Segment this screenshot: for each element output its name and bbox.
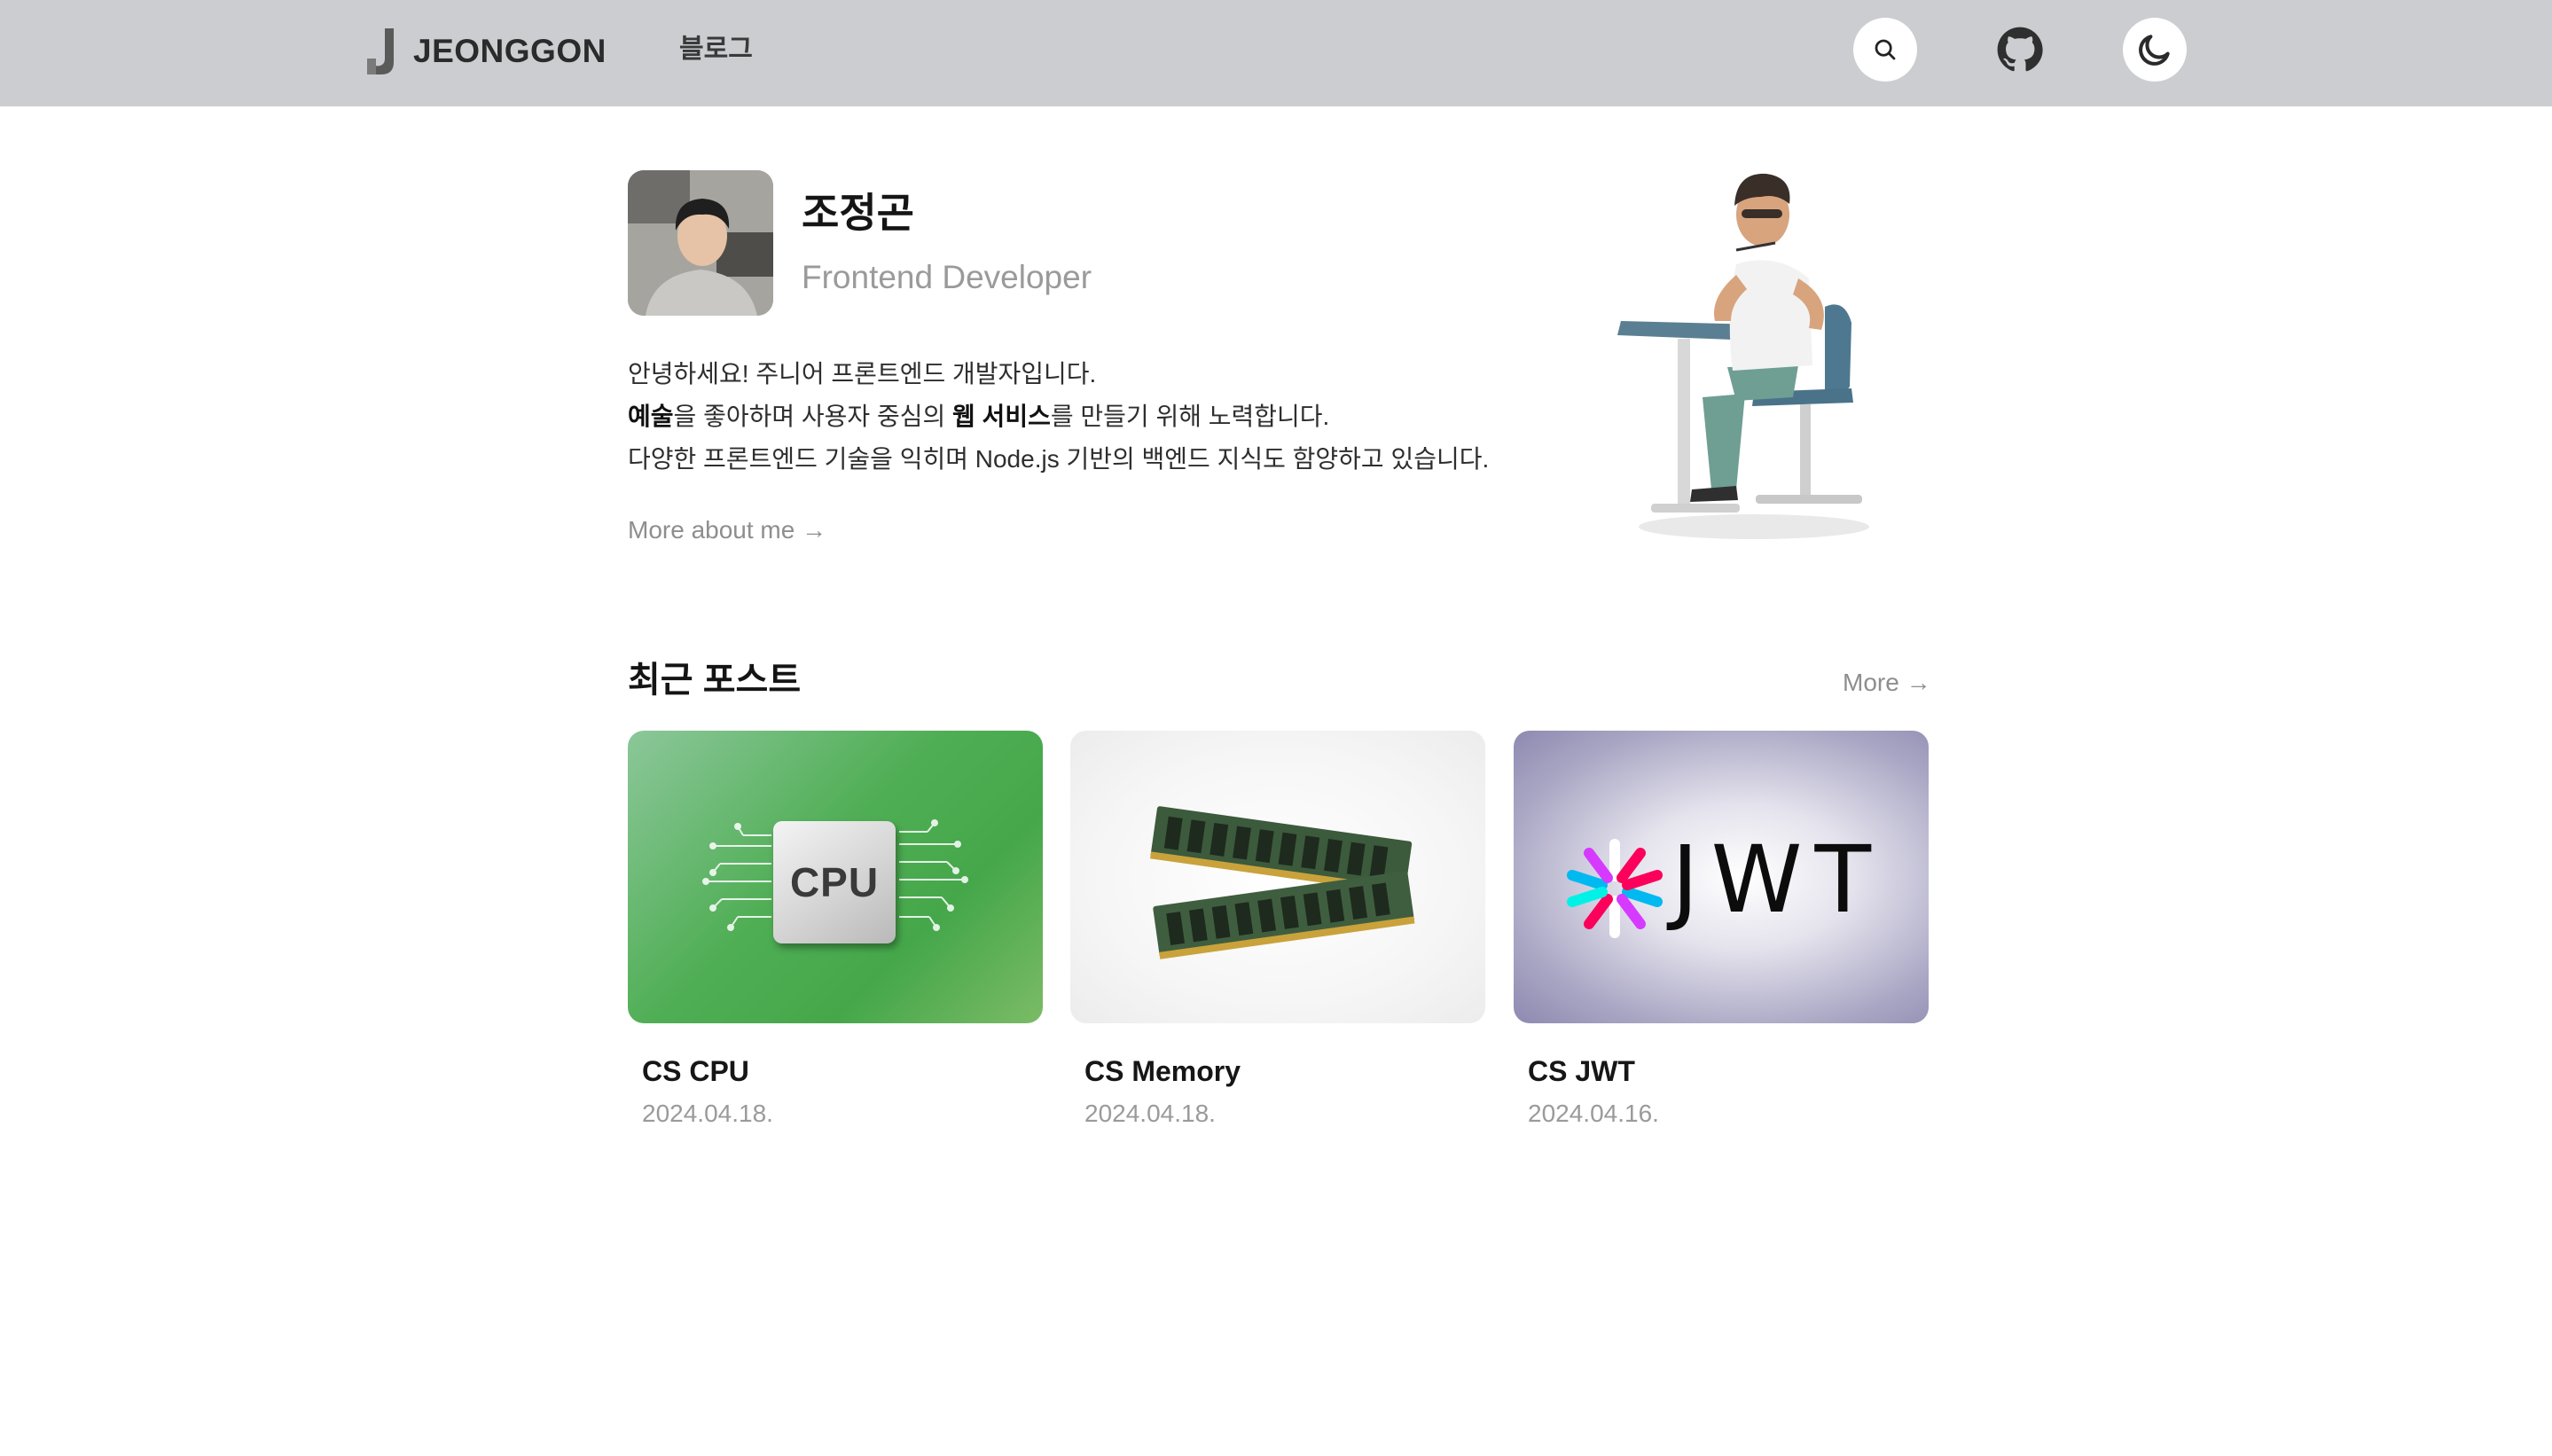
search-icon	[1875, 39, 1896, 60]
site-header: JEONGGON 블로그	[0, 0, 2552, 106]
profile-role: Frontend Developer	[802, 259, 1092, 295]
intro-line-2: 예술을 좋아하며 사용자 중심의 웹 서비스를 만들기 위해 노력합니다.	[628, 395, 1489, 438]
post-thumbnail-memory	[1070, 731, 1485, 1023]
jwt-logo-icon	[1567, 839, 1663, 938]
intro-line-2-text-b: 를 만들기 위해 노력합니다.	[1050, 403, 1330, 430]
intro-line-3: 다양한 프론트엔드 기술을 익히며 Node.js 기반의 백엔드 지식도 함양…	[628, 445, 1490, 473]
profile-name: 조정곤	[802, 190, 914, 236]
more-about-me-link[interactable]: More about me →	[628, 513, 826, 548]
post-title[interactable]: CS CPU	[642, 1053, 749, 1089]
post-title[interactable]: CS JWT	[1528, 1053, 1635, 1089]
github-icon	[1997, 27, 2043, 72]
post-card-jwt[interactable]: JWT CS JWT 2024.04.16.	[1514, 731, 1929, 1127]
logo-text: JEONGGON	[413, 33, 607, 69]
post-thumbnail-cpu: CPU	[628, 731, 1043, 1023]
profile-intro: 안녕하세요! 주니어 프론트엔드 개발자입니다. 예술을 좋아하며 사용자 중심…	[628, 353, 1489, 481]
logo-link[interactable]: JEONGGON	[365, 25, 607, 78]
post-date: 2024.04.18.	[1084, 1100, 1216, 1127]
recent-posts-title: 최근 포스트	[628, 661, 802, 700]
post-title[interactable]: CS Memory	[1084, 1053, 1241, 1089]
theme-toggle-button[interactable]	[2123, 18, 2187, 82]
nav-blog-link[interactable]: 블로그	[679, 32, 753, 67]
developer-illustration	[1617, 173, 1869, 539]
intro-emphasis-web: 웹 서비스	[952, 403, 1051, 430]
profile-avatar	[628, 170, 773, 316]
intro-line-1: 안녕하세요! 주니어 프론트엔드 개발자입니다.	[628, 360, 1097, 387]
github-button[interactable]	[1988, 18, 2052, 82]
post-card-memory[interactable]: CS Memory 2024.04.18.	[1070, 731, 1485, 1127]
cpu-chip-graphic: CPU	[773, 821, 896, 943]
post-thumbnail-jwt: JWT	[1514, 731, 1929, 1023]
intro-emphasis-art: 예술	[628, 403, 674, 430]
cpu-chip-label: CPU	[789, 859, 880, 905]
search-button[interactable]	[1853, 18, 1917, 82]
post-date: 2024.04.16.	[1528, 1100, 1659, 1127]
intro-line-2-text-a: 을 좋아하며 사용자 중심의	[673, 403, 953, 430]
jwt-logo-text: JWT	[1671, 826, 1884, 934]
more-posts-link[interactable]: More →	[1843, 665, 1931, 701]
post-card-cpu[interactable]: CPU CS CPU 2024.04.18.	[628, 731, 1043, 1127]
post-date: 2024.04.18.	[642, 1100, 773, 1127]
moon-icon	[2139, 35, 2170, 66]
logo-j-icon	[367, 28, 394, 74]
